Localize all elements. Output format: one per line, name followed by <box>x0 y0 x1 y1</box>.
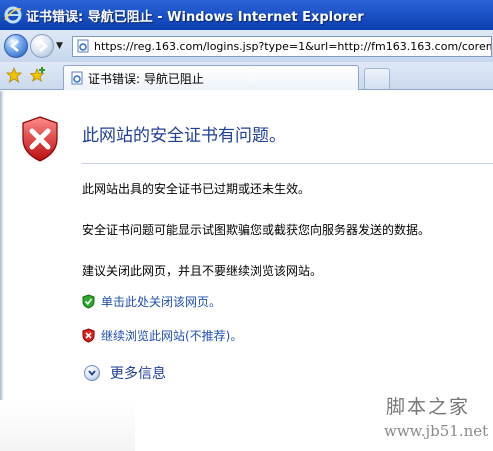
arrow-right-icon <box>39 40 48 52</box>
address-bar[interactable]: https://reg.163.com/logins.jsp?type=1&ur… <box>72 35 492 57</box>
watermark-url: www.jb51.net <box>384 422 489 440</box>
heading-divider <box>82 163 493 164</box>
navigation-bar: ▼ https://reg.163.com/logins.jsp?type=1&… <box>0 30 493 62</box>
continue-to-site-link[interactable]: 继续浏览此网站(不推荐)。 <box>101 327 242 344</box>
red-shield-x-small-icon <box>82 328 95 343</box>
tab-label: 证书错误: 导航已阻止 <box>88 71 204 86</box>
green-shield-check-icon <box>82 294 95 309</box>
page-heading: 此网站的安全证书有问题。 <box>82 126 286 146</box>
arrow-left-icon <box>10 40 19 52</box>
history-dropdown-icon[interactable]: ▼ <box>56 41 66 51</box>
watermark-title: 脚本之家 <box>386 396 471 418</box>
close-page-link[interactable]: 单击此处关闭该网页。 <box>101 293 221 310</box>
address-url[interactable]: https://reg.163.com/logins.jsp?type=1&ur… <box>94 40 491 53</box>
add-favorites-icon[interactable] <box>30 67 46 83</box>
new-tab-button[interactable] <box>364 68 390 89</box>
tab-bar: 证书错误: 导航已阻止 <box>0 62 493 90</box>
chevron-down-icon[interactable] <box>84 365 100 381</box>
continue-link-row[interactable]: 继续浏览此网站(不推荐)。 <box>82 327 242 344</box>
forward-button[interactable] <box>30 34 54 58</box>
ie-logo-icon <box>4 6 22 24</box>
bottom-fade <box>0 400 135 451</box>
watermark: 脚本之家 www.jb51.net <box>384 392 489 448</box>
close-page-link-row[interactable]: 单击此处关闭该网页。 <box>82 293 221 310</box>
red-shield-x-icon <box>22 116 58 162</box>
window-title-bar: 证书错误: 导航已阻止 - Windows Internet Explorer <box>0 0 493 30</box>
back-button[interactable] <box>4 34 28 58</box>
paragraph-warning: 安全证书问题可能显示试图欺骗您或截获您向服务器发送的数据。 <box>82 223 431 237</box>
more-information-toggle[interactable]: 更多信息 <box>84 363 166 383</box>
more-information-label[interactable]: 更多信息 <box>110 363 166 383</box>
favorites-star-icon[interactable] <box>6 67 22 83</box>
tab-certificate-error[interactable]: 证书错误: 导航已阻止 <box>63 65 359 90</box>
window-title: 证书错误: 导航已阻止 - Windows Internet Explorer <box>26 9 364 25</box>
content-left-border <box>0 91 4 451</box>
page-icon <box>77 39 89 53</box>
paragraph-advice: 建议关闭此网页，并且不要继续浏览该网站。 <box>82 264 323 278</box>
paragraph-expired: 此网站出具的安全证书已过期或还未生效。 <box>82 182 311 196</box>
ie-page-icon <box>71 71 83 85</box>
